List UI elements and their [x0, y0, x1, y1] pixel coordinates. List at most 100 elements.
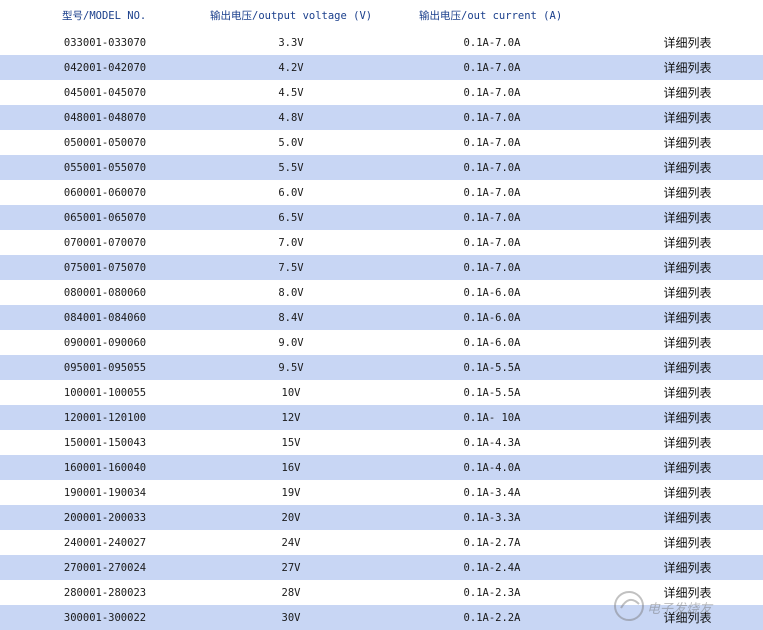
- current-cell: 0.1A-7.0A: [463, 161, 521, 174]
- model-cell: 090001-090060: [63, 336, 147, 349]
- current-cell: 0.1A-7.0A: [463, 136, 521, 149]
- detail-link[interactable]: 详细列表: [612, 580, 763, 605]
- table-row: 270001-270024 27V 0.1A-2.4A 详细列表: [0, 555, 763, 580]
- detail-link[interactable]: 详细列表: [612, 405, 763, 430]
- model-cell: 065001-065070: [63, 211, 147, 224]
- table-row: 100001-100055 10V 0.1A-5.5A 详细列表: [0, 380, 763, 405]
- voltage-cell: 6.0V: [278, 186, 304, 199]
- voltage-cell: 4.5V: [278, 86, 304, 99]
- voltage-cell: 8.4V: [278, 311, 304, 324]
- current-cell: 0.1A-7.0A: [463, 261, 521, 274]
- detail-link[interactable]: 详细列表: [612, 555, 763, 580]
- voltage-cell: 7.5V: [278, 261, 304, 274]
- table-row: 033001-033070 3.3V 0.1A-7.0A 详细列表: [0, 30, 763, 55]
- detail-link[interactable]: 详细列表: [612, 280, 763, 305]
- voltage-cell: 16V: [281, 461, 301, 474]
- table-row: 080001-080060 8.0V 0.1A-6.0A 详细列表: [0, 280, 763, 305]
- detail-link[interactable]: 详细列表: [612, 80, 763, 105]
- detail-link[interactable]: 详细列表: [612, 480, 763, 505]
- voltage-cell: 20V: [281, 511, 301, 524]
- voltage-cell: 15V: [281, 436, 301, 449]
- current-cell: 0.1A-3.4A: [463, 486, 521, 499]
- current-cell: 0.1A-6.0A: [463, 311, 521, 324]
- detail-link[interactable]: 详细列表: [612, 380, 763, 405]
- detail-link[interactable]: 详细列表: [612, 205, 763, 230]
- table-row: 084001-084060 8.4V 0.1A-6.0A 详细列表: [0, 305, 763, 330]
- table-row: 280001-280023 28V 0.1A-2.3A 详细列表: [0, 580, 763, 605]
- model-cell: 200001-200033: [63, 511, 147, 524]
- detail-link[interactable]: 详细列表: [612, 130, 763, 155]
- table-row: 075001-075070 7.5V 0.1A-7.0A 详细列表: [0, 255, 763, 280]
- table-row: 090001-090060 9.0V 0.1A-6.0A 详细列表: [0, 330, 763, 355]
- current-cell: 0.1A- 10A: [463, 411, 521, 424]
- current-cell: 0.1A-7.0A: [463, 111, 521, 124]
- table-row: 042001-042070 4.2V 0.1A-7.0A 详细列表: [0, 55, 763, 80]
- current-cell: 0.1A-2.2A: [463, 611, 521, 624]
- table-body: 033001-033070 3.3V 0.1A-7.0A 详细列表 042001-042…: [0, 30, 763, 630]
- detail-link[interactable]: 详细列表: [612, 455, 763, 480]
- detail-link[interactable]: 详细列表: [612, 155, 763, 180]
- detail-link[interactable]: 详细列表: [612, 330, 763, 355]
- model-cell: 240001-240027: [63, 536, 147, 549]
- model-cell: 190001-190034: [63, 486, 147, 499]
- voltage-cell: 6.5V: [278, 211, 304, 224]
- model-cell: 270001-270024: [63, 561, 147, 574]
- detail-link[interactable]: 详细列表: [612, 430, 763, 455]
- voltage-cell: 12V: [281, 411, 301, 424]
- table-row: 160001-160040 16V 0.1A-4.0A 详细列表: [0, 455, 763, 480]
- voltage-cell: 19V: [281, 486, 301, 499]
- voltage-cell: 4.8V: [278, 111, 304, 124]
- table-row: 240001-240027 24V 0.1A-2.7A 详细列表: [0, 530, 763, 555]
- current-cell: 0.1A-6.0A: [463, 336, 521, 349]
- current-cell: 0.1A-5.5A: [463, 386, 521, 399]
- header-row: 型号/MODEL NO. 输出电压/output voltage (V) 输出电…: [0, 0, 763, 30]
- current-cell: 0.1A-3.3A: [463, 511, 521, 524]
- model-cell: 075001-075070: [63, 261, 147, 274]
- voltage-cell: 24V: [281, 536, 301, 549]
- header-model: 型号/MODEL NO.: [62, 9, 147, 22]
- table-row: 070001-070070 7.0V 0.1A-7.0A 详细列表: [0, 230, 763, 255]
- voltage-cell: 5.0V: [278, 136, 304, 149]
- model-cell: 080001-080060: [63, 286, 147, 299]
- table-row: 048001-048070 4.8V 0.1A-7.0A 详细列表: [0, 105, 763, 130]
- current-cell: 0.1A-4.3A: [463, 436, 521, 449]
- model-cell: 060001-060070: [63, 186, 147, 199]
- voltage-cell: 27V: [281, 561, 301, 574]
- table-row: 150001-150043 15V 0.1A-4.3A 详细列表: [0, 430, 763, 455]
- current-cell: 0.1A-7.0A: [463, 211, 521, 224]
- detail-link[interactable]: 详细列表: [612, 530, 763, 555]
- model-cell: 280001-280023: [63, 586, 147, 599]
- table-row: 050001-050070 5.0V 0.1A-7.0A 详细列表: [0, 130, 763, 155]
- detail-link[interactable]: 详细列表: [612, 180, 763, 205]
- detail-link[interactable]: 详细列表: [612, 505, 763, 530]
- detail-link[interactable]: 详细列表: [612, 305, 763, 330]
- voltage-cell: 7.0V: [278, 236, 304, 249]
- current-cell: 0.1A-7.0A: [463, 86, 521, 99]
- detail-link[interactable]: 详细列表: [612, 55, 763, 80]
- voltage-cell: 8.0V: [278, 286, 304, 299]
- detail-link[interactable]: 详细列表: [612, 605, 763, 630]
- model-cell: 050001-050070: [63, 136, 147, 149]
- detail-link[interactable]: 详细列表: [612, 105, 763, 130]
- current-cell: 0.1A-4.0A: [463, 461, 521, 474]
- detail-link[interactable]: 详细列表: [612, 355, 763, 380]
- current-cell: 0.1A-5.5A: [463, 361, 521, 374]
- detail-link[interactable]: 详细列表: [612, 255, 763, 280]
- table-row: 065001-065070 6.5V 0.1A-7.0A 详细列表: [0, 205, 763, 230]
- voltage-cell: 4.2V: [278, 61, 304, 74]
- header-detail: [612, 0, 763, 30]
- current-cell: 0.1A-2.4A: [463, 561, 521, 574]
- voltage-cell: 5.5V: [278, 161, 304, 174]
- table-row: 045001-045070 4.5V 0.1A-7.0A 详细列表: [0, 80, 763, 105]
- model-cell: 100001-100055: [63, 386, 147, 399]
- voltage-cell: 30V: [281, 611, 301, 624]
- detail-link[interactable]: 详细列表: [612, 230, 763, 255]
- current-cell: 0.1A-7.0A: [463, 36, 521, 49]
- table-row: 200001-200033 20V 0.1A-3.3A 详细列表: [0, 505, 763, 530]
- model-cell: 160001-160040: [63, 461, 147, 474]
- current-cell: 0.1A-2.3A: [463, 586, 521, 599]
- model-cell: 084001-084060: [63, 311, 147, 324]
- detail-link[interactable]: 详细列表: [612, 30, 763, 55]
- header-current: 输出电压/out current (A): [419, 9, 563, 22]
- current-cell: 0.1A-2.7A: [463, 536, 521, 549]
